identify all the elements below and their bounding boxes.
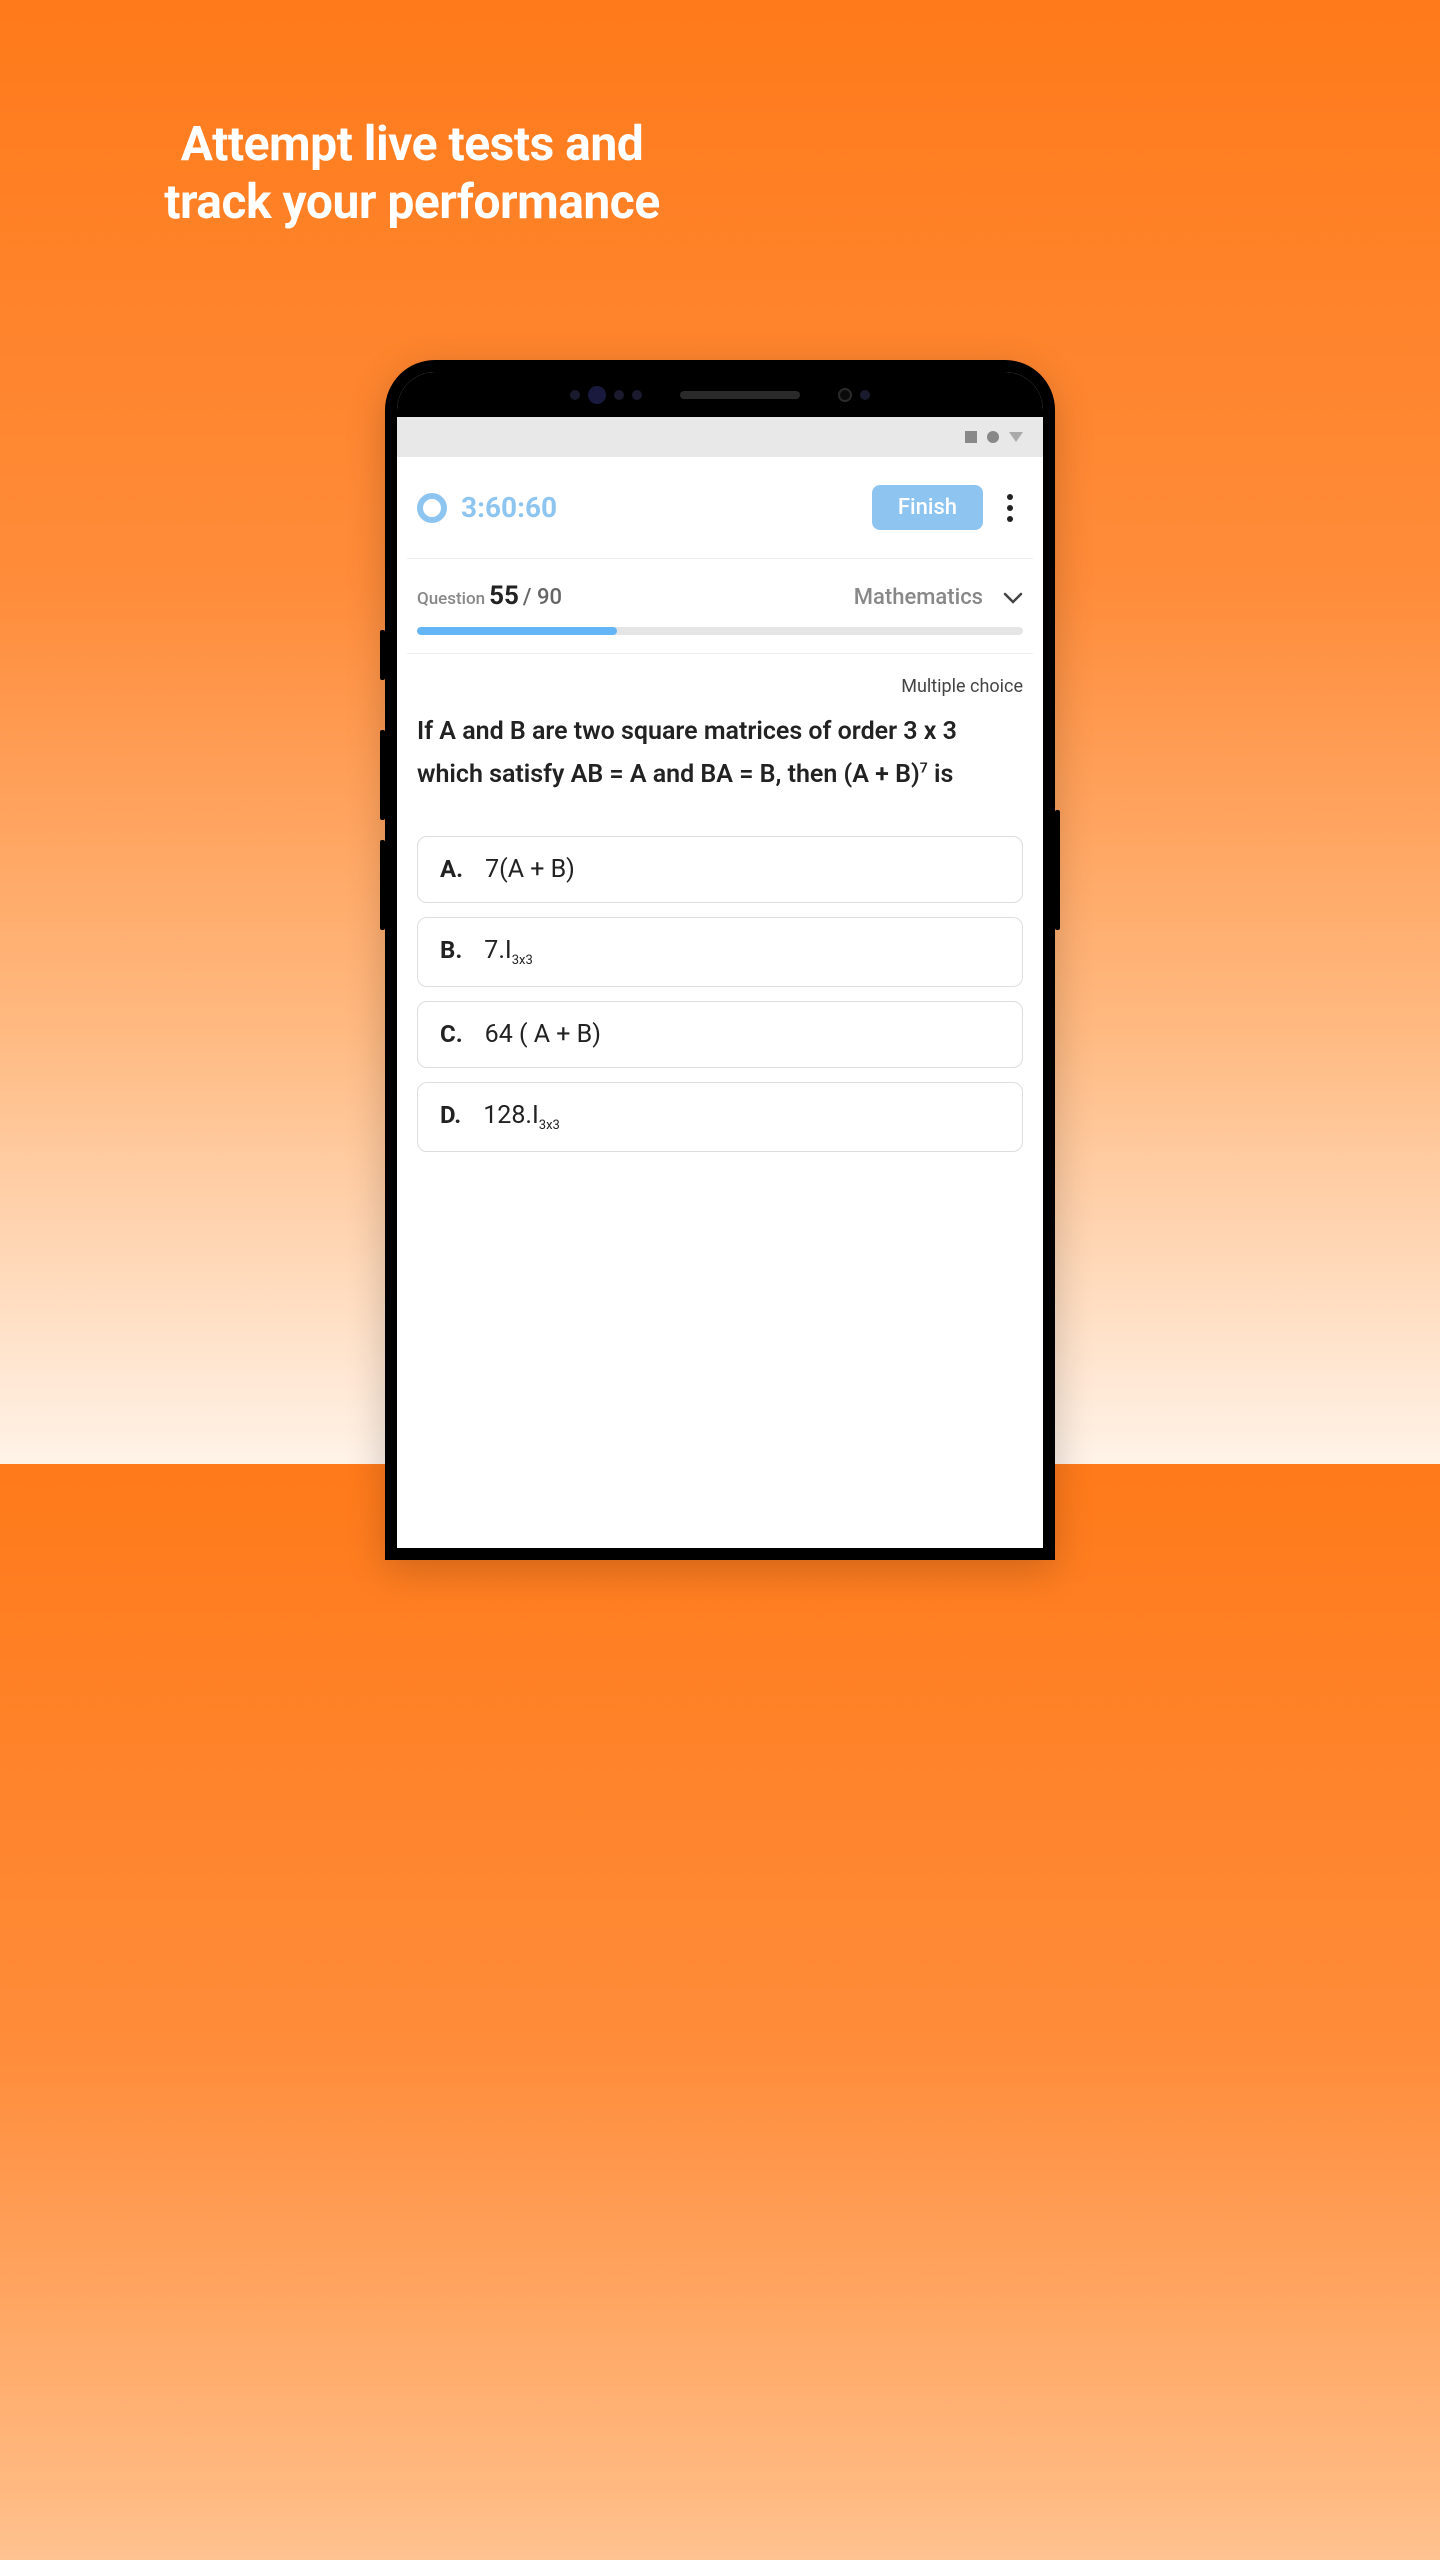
question-total: 90: [537, 585, 562, 610]
speaker-icon: [680, 391, 800, 399]
phone-notch: [397, 372, 1043, 417]
choice-letter: D.: [440, 1101, 461, 1129]
question-text: If A and B are two square matrices of or…: [417, 711, 1023, 796]
choice-text: 7(A + B): [485, 855, 575, 884]
app-header: 3:60:60 Finish: [397, 457, 1043, 558]
choices-list: A. 7(A + B) B. 7.I3x3 C. 64 ( A + B) D. 128.I3x…: [417, 836, 1023, 1152]
choice-letter: B.: [440, 936, 462, 964]
progress-fill: [417, 627, 617, 635]
question-current: 55: [489, 581, 519, 611]
progress-bar: [417, 627, 1023, 635]
phone-side-button: [380, 630, 385, 680]
timer-circle-icon: [417, 493, 447, 523]
question-label: Question: [417, 589, 485, 609]
question-type-label: Multiple choice: [417, 676, 1023, 697]
choice-letter: A.: [440, 855, 463, 883]
question-card: Multiple choice If A and B are two squar…: [397, 654, 1043, 1196]
finish-button[interactable]: Finish: [872, 485, 983, 530]
status-circle-icon: [987, 431, 999, 443]
hero-line-1: Attempt live tests and: [181, 115, 644, 172]
question-separator: /: [523, 585, 532, 610]
phone-side-button: [380, 730, 385, 820]
choice-text: 7.I3x3: [484, 936, 533, 968]
status-triangle-icon: [1009, 432, 1023, 442]
choice-text: 128.I3x3: [483, 1101, 560, 1133]
notch-dot-icon: [570, 390, 580, 400]
status-square-icon: [965, 431, 977, 443]
notch-dot-icon: [860, 390, 870, 400]
camera-icon: [838, 388, 852, 402]
status-bar: [397, 417, 1043, 457]
subject-selector[interactable]: Mathematics: [854, 585, 1023, 610]
chevron-down-icon: [1003, 592, 1023, 604]
subject-name: Mathematics: [854, 585, 983, 610]
choice-letter: C.: [440, 1020, 463, 1048]
phone-screen: 3:60:60 Finish Question 55 / 90 Mathemat…: [397, 372, 1043, 1548]
question-counter: Question 55 / 90: [417, 581, 562, 611]
choice-option[interactable]: D. 128.I3x3: [417, 1082, 1023, 1152]
choice-option[interactable]: B. 7.I3x3: [417, 917, 1023, 987]
progress-section: Question 55 / 90 Mathematics: [397, 559, 1043, 653]
choice-text: 64 ( A + B): [485, 1020, 601, 1049]
phone-frame: 3:60:60 Finish Question 55 / 90 Mathemat…: [385, 360, 1055, 1560]
choice-option[interactable]: C. 64 ( A + B): [417, 1001, 1023, 1068]
kebab-menu-icon[interactable]: [997, 488, 1023, 528]
notch-dot-icon: [614, 390, 624, 400]
hero-title: Attempt live tests and track your perfor…: [164, 115, 660, 230]
hero-line-2: track your performance: [164, 173, 660, 230]
notch-moon-icon: [588, 386, 606, 404]
phone-side-button: [1055, 810, 1060, 930]
notch-dot-icon: [632, 390, 642, 400]
progress-header: Question 55 / 90 Mathematics: [417, 581, 1023, 611]
timer-text: 3:60:60: [461, 491, 858, 524]
phone-side-button: [380, 840, 385, 930]
choice-option[interactable]: A. 7(A + B): [417, 836, 1023, 903]
